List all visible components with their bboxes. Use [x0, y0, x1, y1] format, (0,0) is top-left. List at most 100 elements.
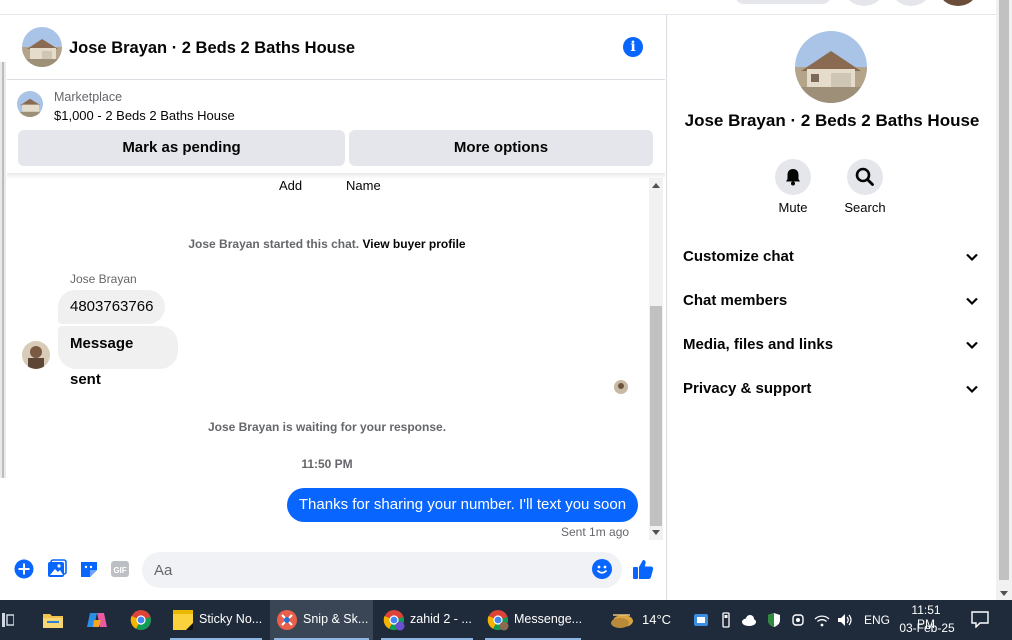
search-button[interactable]	[847, 159, 883, 195]
scroll-down-arrow[interactable]	[652, 530, 660, 535]
sent-status: Sent 1m ago	[561, 525, 630, 539]
marketplace-label: Marketplace	[54, 90, 123, 104]
cutoff-text-name: Name	[346, 178, 381, 193]
chevron-down-icon	[966, 297, 978, 306]
left-sidebar-edge	[0, 62, 6, 478]
weather-temperature[interactable]: 14°C	[642, 612, 671, 627]
more-options-button[interactable]: More options	[349, 130, 653, 166]
chevron-down-icon	[966, 385, 978, 394]
top-menu-button[interactable]	[846, 0, 882, 6]
chat-avatar[interactable]	[22, 27, 62, 67]
page-scrollbar[interactable]	[996, 0, 1012, 600]
top-notification-button[interactable]	[893, 0, 929, 6]
waiting-notice: Jose Brayan is waiting for your response…	[207, 420, 447, 434]
mark-as-pending-button[interactable]: Mark as pending	[18, 130, 345, 166]
chat-title[interactable]: Jose Brayan · 2 Beds 2 Baths House	[69, 39, 355, 58]
message-composer: GIF Aa	[7, 542, 665, 600]
section-label: Privacy & support	[683, 380, 812, 397]
snip-sketch-icon	[277, 610, 297, 630]
folder-icon	[43, 614, 63, 628]
chat-started-text: Jose Brayan started this chat.	[188, 237, 360, 251]
incoming-message[interactable]: 4803763766	[58, 290, 166, 324]
chrome-icon	[383, 610, 405, 631]
task-view-icon[interactable]	[2, 611, 14, 629]
usb-icon[interactable]	[718, 612, 734, 628]
sender-name: Jose Brayan	[70, 272, 137, 286]
windows-taskbar: Sticky No... Snip & Sk... zahid 2 - ...	[0, 600, 1012, 640]
message-scrollbar[interactable]	[649, 178, 663, 540]
sticker-icon[interactable]	[79, 559, 99, 579]
marketplace-listing[interactable]: Marketplace $1,000 - 2 Beds 2 Baths Hous…	[7, 81, 665, 125]
weather-icon[interactable]	[610, 609, 634, 631]
section-label: Media, files and links	[683, 336, 834, 353]
chat-members-section[interactable]: Chat members	[683, 286, 983, 316]
page-scroll-thumb[interactable]	[999, 0, 1009, 580]
privacy-support-section[interactable]: Privacy & support	[683, 374, 983, 404]
message-input[interactable]: Aa	[142, 552, 622, 588]
wifi-icon[interactable]	[814, 612, 830, 628]
seen-indicator-avatar	[614, 380, 628, 394]
cloud-icon[interactable]	[741, 612, 757, 628]
taskbar-label: Messenge...	[514, 612, 583, 626]
plus-icon[interactable]	[14, 559, 34, 579]
emoji-icon[interactable]	[592, 559, 612, 579]
incoming-message[interactable]: Message sent	[58, 326, 178, 388]
section-label: Customize chat	[683, 248, 794, 265]
cutoff-text-add: Add	[279, 178, 303, 193]
chat-header: Jose Brayan · 2 Beds 2 Baths House i	[7, 15, 665, 80]
scroll-up-arrow[interactable]	[652, 183, 660, 188]
profile-avatar[interactable]	[795, 31, 867, 103]
mute-button[interactable]	[775, 159, 811, 195]
listing-thumbnail	[17, 91, 43, 117]
sticky-notes-icon	[173, 610, 193, 630]
sender-avatar[interactable]	[22, 341, 50, 369]
chat-info-panel: Jose Brayan · 2 Beds 2 Baths House Mute …	[666, 15, 996, 600]
scroll-thumb[interactable]	[650, 306, 662, 526]
copilot-icon	[87, 613, 107, 627]
view-buyer-profile-link[interactable]: View buyer profile	[362, 237, 465, 251]
taskbar-sticky-notes[interactable]: Sticky No...	[166, 600, 266, 640]
taskbar-chrome[interactable]	[124, 600, 160, 640]
account-avatar[interactable]	[940, 0, 976, 6]
listing-price-title: $1,000 - 2 Beds 2 Baths House	[54, 108, 235, 123]
profile-title: Jose Brayan · 2 Beds 2 Baths House	[684, 111, 980, 130]
notification-center-icon[interactable]	[971, 611, 989, 628]
taskbar-file-explorer[interactable]	[36, 600, 72, 640]
taskbar-chrome-zahid[interactable]: zahid 2 - ...	[377, 600, 477, 640]
input-language[interactable]: ENG	[864, 613, 890, 627]
chrome-icon	[487, 610, 509, 631]
message-list: Add Name Jose Brayan started this chat. …	[7, 175, 647, 540]
taskbar-chrome-messenger[interactable]: Messenge...	[481, 600, 585, 640]
message-input-placeholder: Aa	[154, 562, 173, 579]
bell-icon	[786, 169, 800, 186]
chat-panel: Jose Brayan · 2 Beds 2 Baths House i Mar…	[7, 15, 665, 600]
top-search-pill[interactable]	[735, 0, 831, 4]
app-tray-icon[interactable]	[693, 612, 709, 628]
svg-text:GIF: GIF	[113, 566, 126, 575]
screen: Jose Brayan · 2 Beds 2 Baths House i Mar…	[0, 0, 1012, 640]
customize-chat-section[interactable]: Customize chat	[683, 242, 983, 272]
volume-icon[interactable]	[837, 612, 853, 628]
taskbar-snip-sketch[interactable]: Snip & Sk...	[270, 600, 373, 640]
chat-started-notice: Jose Brayan started this chat. View buye…	[7, 237, 647, 251]
outgoing-message[interactable]: Thanks for sharing your number. I'll tex…	[287, 488, 638, 522]
media-files-links-section[interactable]: Media, files and links	[683, 330, 983, 360]
search-icon	[855, 167, 874, 186]
taskbar-label: zahid 2 - ...	[410, 612, 472, 626]
info-icon[interactable]: i	[623, 37, 643, 57]
meet-now-icon[interactable]	[790, 612, 806, 628]
security-shield-icon[interactable]	[766, 612, 782, 628]
top-navbar	[0, 0, 996, 15]
chevron-down-icon	[966, 253, 978, 262]
scroll-down-arrow[interactable]	[1000, 591, 1008, 596]
thumbs-up-icon[interactable]	[632, 558, 654, 580]
chevron-down-icon	[966, 341, 978, 350]
photo-icon[interactable]	[47, 559, 67, 579]
chrome-icon	[130, 610, 151, 631]
clock-date[interactable]: 03-Feb-25	[898, 621, 956, 635]
gif-icon[interactable]: GIF	[110, 559, 130, 579]
message-timestamp: 11:50 PM	[301, 457, 353, 471]
taskbar-copilot[interactable]	[80, 600, 116, 640]
taskbar-label: Snip & Sk...	[303, 612, 369, 626]
section-label: Chat members	[683, 292, 788, 309]
